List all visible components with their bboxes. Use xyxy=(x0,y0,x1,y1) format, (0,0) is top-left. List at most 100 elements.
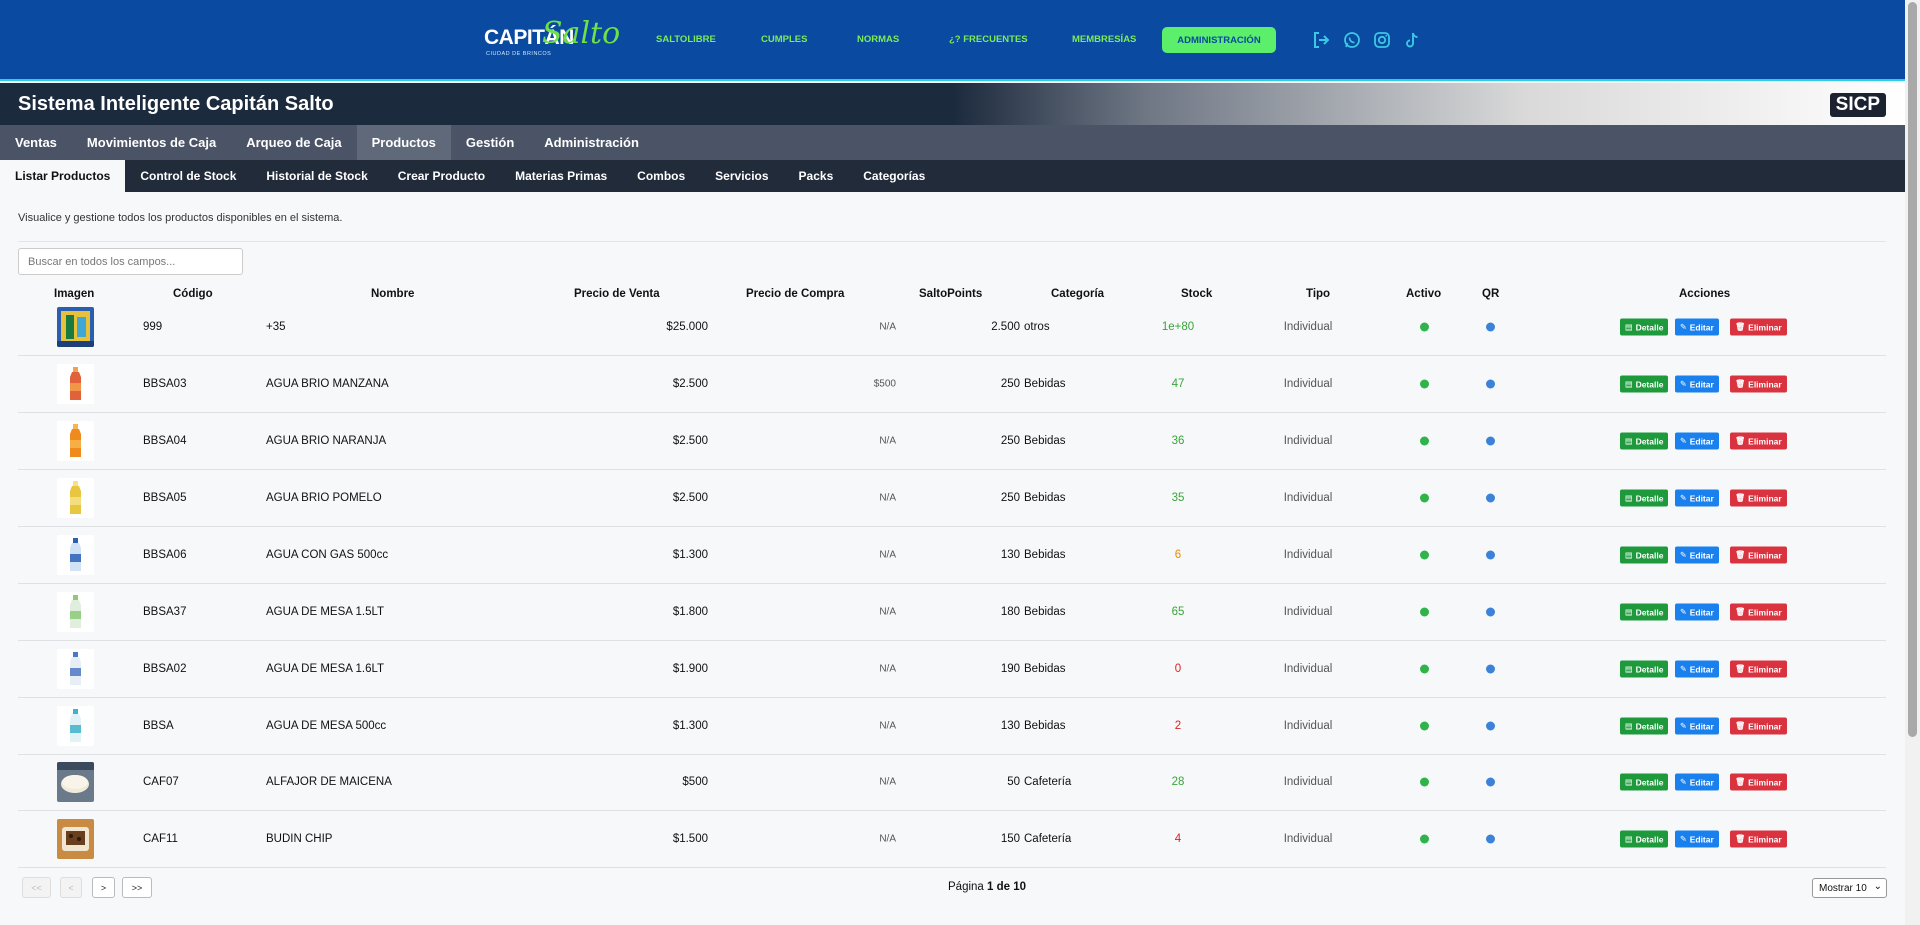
delete-button[interactable]: 🗑 Eliminar xyxy=(1730,717,1787,735)
pencil-icon: ✎ xyxy=(1680,322,1687,332)
detail-button-label: Detalle xyxy=(1635,493,1664,503)
qr-indicator-dot[interactable] xyxy=(1486,834,1495,844)
product-category: Bebidas xyxy=(1024,549,1066,561)
qr-indicator-dot[interactable] xyxy=(1486,379,1495,389)
product-sale-price: $2.500 xyxy=(672,435,708,447)
qr-indicator-dot[interactable] xyxy=(1486,777,1495,787)
pagination-first-button[interactable]: << xyxy=(22,877,51,898)
detail-button[interactable]: ▤ Detalle xyxy=(1620,603,1669,621)
edit-button[interactable]: ✎ Editar xyxy=(1675,660,1719,678)
product-type: Individual xyxy=(1283,663,1333,675)
detail-button[interactable]: ▤ Detalle xyxy=(1620,432,1669,450)
topnav-saltolibre[interactable]: SALTOLIBRE xyxy=(656,34,716,45)
detail-button[interactable]: ▤ Detalle xyxy=(1620,546,1669,564)
tab-historial-stock[interactable]: Historial de Stock xyxy=(251,160,382,192)
topnav-membresias[interactable]: MEMBRESÍAS xyxy=(1072,34,1136,45)
edit-button[interactable]: ✎ Editar xyxy=(1675,489,1719,507)
tab-listar-productos[interactable]: Listar Productos xyxy=(0,160,126,192)
detail-button[interactable]: ▤ Detalle xyxy=(1620,660,1669,678)
tab-control-stock[interactable]: Control de Stock xyxy=(125,160,251,192)
product-image xyxy=(57,307,94,347)
qr-indicator-dot[interactable] xyxy=(1486,721,1495,731)
edit-button[interactable]: ✎ Editar xyxy=(1675,318,1719,336)
pagination-last-button[interactable]: >> xyxy=(122,877,152,898)
main-menu-arqueo-caja[interactable]: Arqueo de Caja xyxy=(231,125,356,160)
qr-indicator-dot[interactable] xyxy=(1486,664,1495,674)
detail-button[interactable]: ▤ Detalle xyxy=(1620,773,1669,791)
delete-button[interactable]: 🗑 Eliminar xyxy=(1730,432,1787,450)
main-menu-gestion[interactable]: Gestión xyxy=(451,125,529,160)
detail-button[interactable]: ▤ Detalle xyxy=(1620,375,1669,393)
product-purchase-price: N/A xyxy=(879,492,896,504)
topnav-cumples[interactable]: CUMPLES xyxy=(761,34,807,45)
qr-indicator-dot[interactable] xyxy=(1486,550,1495,560)
admin-button[interactable]: ADMINISTRACIÓN xyxy=(1162,27,1276,53)
qr-indicator-dot[interactable] xyxy=(1486,436,1495,446)
product-sale-price: $1.300 xyxy=(672,720,708,732)
main-menu-administracion[interactable]: Administración xyxy=(529,125,654,160)
detail-button[interactable]: ▤ Detalle xyxy=(1620,717,1669,735)
page-scrollbar[interactable] xyxy=(1905,0,1920,925)
edit-button[interactable]: ✎ Editar xyxy=(1675,830,1719,848)
topnav-normas[interactable]: NORMAS xyxy=(857,34,899,45)
scrollbar-thumb[interactable] xyxy=(1908,2,1917,737)
topnav-frecuentes[interactable]: ¿? FRECUENTES xyxy=(949,34,1028,45)
main-menu-ventas[interactable]: Ventas xyxy=(0,125,72,160)
delete-button[interactable]: 🗑 Eliminar xyxy=(1730,489,1787,507)
edit-button[interactable]: ✎ Editar xyxy=(1675,432,1719,450)
search-input[interactable] xyxy=(18,248,243,275)
product-name: AGUA DE MESA 1.6LT xyxy=(266,663,385,675)
delete-button-label: Eliminar xyxy=(1748,550,1782,560)
edit-button-label: Editar xyxy=(1689,834,1714,844)
delete-button[interactable]: 🗑 Eliminar xyxy=(1730,318,1787,336)
table-row: CAF07 ALFAJOR DE MAICENA $500 N/A 50 Cafeterí… xyxy=(18,754,1886,811)
edit-button[interactable]: ✎ Editar xyxy=(1675,603,1719,621)
tiktok-icon[interactable] xyxy=(1402,30,1422,50)
main-menu-movimientos-caja[interactable]: Movimientos de Caja xyxy=(72,125,231,160)
delete-button[interactable]: 🗑 Eliminar xyxy=(1730,375,1787,393)
per-page-select[interactable]: Mostrar 10 ⌄ xyxy=(1812,878,1887,898)
tab-categorias[interactable]: Categorías xyxy=(848,160,940,192)
edit-button[interactable]: ✎ Editar xyxy=(1675,375,1719,393)
product-name: AGUA BRIO POMELO xyxy=(266,492,382,504)
brand-logo[interactable]: CAPITÁN Salto CIUDAD DE BRINCOS xyxy=(484,14,620,68)
pagination-next-button[interactable]: > xyxy=(92,877,115,898)
product-category: Bebidas xyxy=(1024,492,1066,504)
edit-button[interactable]: ✎ Editar xyxy=(1675,546,1719,564)
detail-button[interactable]: ▤ Detalle xyxy=(1620,489,1669,507)
delete-button[interactable]: 🗑 Eliminar xyxy=(1730,603,1787,621)
whatsapp-icon[interactable] xyxy=(1342,30,1362,50)
delete-button[interactable]: 🗑 Eliminar xyxy=(1730,773,1787,791)
detail-button-label: Detalle xyxy=(1635,607,1664,617)
detail-button[interactable]: ▤ Detalle xyxy=(1620,318,1669,336)
pagination-prev-button[interactable]: < xyxy=(60,877,82,898)
main-menu-productos[interactable]: Productos xyxy=(356,125,451,160)
delete-button[interactable]: 🗑 Eliminar xyxy=(1730,660,1787,678)
delete-button[interactable]: 🗑 Eliminar xyxy=(1730,546,1787,564)
edit-button[interactable]: ✎ Editar xyxy=(1675,773,1719,791)
product-category: Bebidas xyxy=(1024,663,1066,675)
tab-combos[interactable]: Combos xyxy=(622,160,700,192)
product-saltopoints: 150 xyxy=(1000,833,1020,845)
qr-indicator-dot[interactable] xyxy=(1486,322,1495,332)
delete-button[interactable]: 🗑 Eliminar xyxy=(1730,830,1787,848)
logout-icon[interactable] xyxy=(1311,30,1331,50)
delete-button-label: Eliminar xyxy=(1748,777,1782,787)
qr-indicator-dot[interactable] xyxy=(1486,607,1495,617)
tab-packs[interactable]: Packs xyxy=(784,160,849,192)
instagram-icon[interactable] xyxy=(1372,30,1392,50)
edit-button-label: Editar xyxy=(1689,550,1714,560)
tab-crear-producto[interactable]: Crear Producto xyxy=(383,160,500,192)
pencil-icon: ✎ xyxy=(1680,607,1687,617)
tab-materias-primas[interactable]: Materias Primas xyxy=(500,160,622,192)
tab-servicios[interactable]: Servicios xyxy=(700,160,783,192)
edit-button-label: Editar xyxy=(1689,322,1714,332)
detail-button[interactable]: ▤ Detalle xyxy=(1620,830,1669,848)
edit-button[interactable]: ✎ Editar xyxy=(1675,717,1719,735)
detail-button-label: Detalle xyxy=(1635,664,1664,674)
table-row: 999 +35 $25.000 N/A 2.500 otros 1e+80 Individua… xyxy=(18,299,1886,356)
product-image xyxy=(57,364,94,404)
product-sale-price: $2.500 xyxy=(672,378,708,390)
qr-indicator-dot[interactable] xyxy=(1486,493,1495,503)
product-name: AGUA BRIO NARANJA xyxy=(266,435,387,447)
